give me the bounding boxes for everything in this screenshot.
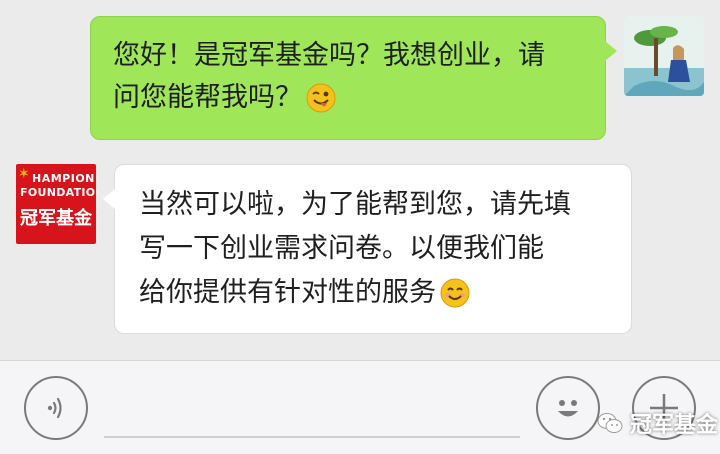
incoming-message-line-1: 当然可以啦，为了能帮到您，请先填: [139, 189, 571, 220]
outgoing-message-line-2: 问您能帮我吗？: [113, 77, 583, 119]
user-avatar-image: [624, 16, 704, 96]
brand-avatar-line-2: FOUNDATION: [20, 186, 96, 199]
brand-avatar[interactable]: ✶ HAMPION FOUNDATION 冠军基金: [16, 164, 96, 244]
outgoing-message-line-2-text: 问您能帮我吗？: [113, 82, 302, 113]
incoming-message-bubble[interactable]: 当然可以啦，为了能帮到您，请先填 写一下创业需求问卷。以便我们能 给你提供有针对…: [103, 164, 632, 334]
smiling-emoji-icon: [440, 278, 470, 308]
watermark-text: 冠军基金: [630, 413, 719, 438]
smiley-icon: [558, 400, 578, 417]
voice-wave-icon: [47, 397, 62, 419]
user-avatar[interactable]: [624, 16, 704, 96]
emoji-button[interactable]: [536, 376, 600, 440]
brand-avatar-line-1: HAMPION: [32, 172, 95, 185]
star-logo-icon: ✶: [18, 166, 30, 182]
incoming-message-line-3: 给你提供有针对性的服务: [139, 271, 607, 315]
wechat-logo-icon: [597, 413, 623, 433]
outgoing-message-line-1: 您好！是冠军基金吗？我想创业，请: [113, 40, 545, 71]
winking-tongue-emoji-icon: [306, 83, 336, 113]
watermark: 冠军基金: [596, 406, 718, 440]
incoming-message-line-3-text: 给你提供有针对性的服务: [139, 277, 436, 308]
chat-area: 您好！是冠军基金吗？我想创业，请 问您能帮我吗？ ✶ HAMPION FOUND…: [0, 0, 720, 360]
outgoing-message-bubble[interactable]: 您好！是冠军基金吗？我想创业，请 问您能帮我吗？: [90, 16, 617, 140]
incoming-message-line-2: 写一下创业需求问卷。以便我们能: [139, 233, 544, 264]
message-input-field[interactable]: [104, 436, 520, 438]
voice-input-button[interactable]: [24, 376, 88, 440]
brand-avatar-line-3: 冠军基金: [20, 208, 92, 229]
